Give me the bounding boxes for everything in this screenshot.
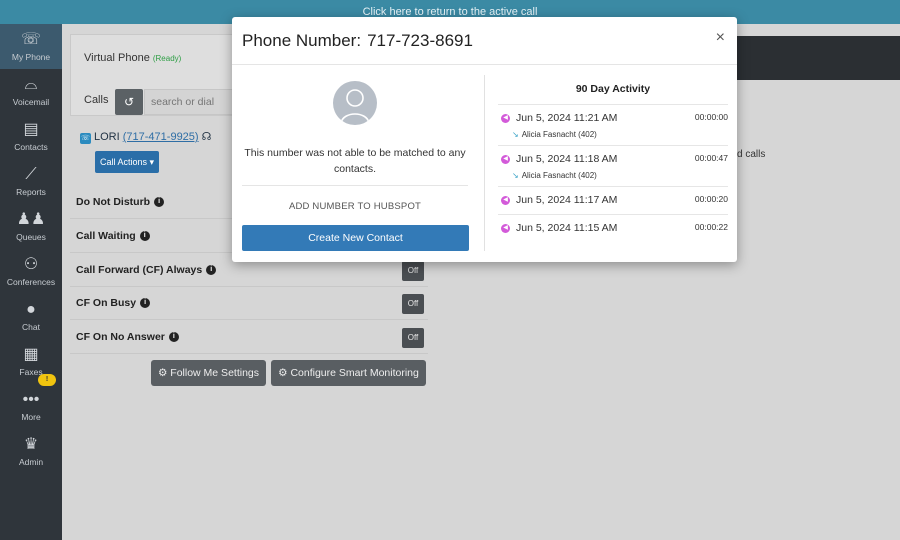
extension-icon: ↘ [512,171,519,180]
modal-title-label: Phone Number: [242,31,362,50]
activity-agent: ↘ Alicia Fasnacht (402) [512,130,597,139]
divider [242,185,468,186]
activity-row[interactable]: ◀ Jun 5, 2024 11:17 AM 00:00:20 [498,186,728,214]
activity-row[interactable]: ◀ Jun 5, 2024 11:18 AM 00:00:47 ↘ Alicia … [498,145,728,187]
activity-title: 90 Day Activity [575,83,651,95]
person-icon [340,89,370,124]
call-type-icon: ◀ [501,114,510,123]
agent-name: Alicia Fasnacht (402) [521,171,597,180]
contact-match-section: This number was not able to be matched t… [242,77,469,252]
modal-title: Phone Number: 717-723-8691 [242,31,473,51]
modal-phone-number: 717-723-8691 [367,31,473,50]
phone-number-modal: Phone Number: 717-723-8691 × This number … [232,17,737,262]
activity-duration: 00:00:00 [694,112,728,122]
call-type-icon: ◀ [501,196,510,205]
activity-duration: 00:00:22 [694,222,728,232]
activity-date: Jun 5, 2024 11:17 AM [516,194,618,206]
modal-header: Phone Number: 717-723-8691 × [232,17,737,65]
close-icon[interactable]: × [716,29,725,47]
activity-duration: 00:00:20 [694,194,728,204]
create-new-contact-button[interactable]: Create New Contact [242,225,469,251]
activity-row[interactable]: ◀ Jun 5, 2024 11:15 AM 00:00:22 [498,214,728,242]
call-type-icon: ◀ [501,224,510,233]
activity-date: Jun 5, 2024 11:21 AM [516,112,618,124]
activity-date: Jun 5, 2024 11:15 AM [516,222,618,234]
add-to-hubspot-link[interactable]: ADD NUMBER TO HUBSPOT [242,201,468,212]
extension-icon: ↘ [512,130,519,139]
call-type-icon: ◀ [501,155,510,164]
activity-date: Jun 5, 2024 11:18 AM [516,153,618,165]
activity-duration: 00:00:47 [694,153,728,163]
avatar [333,81,377,125]
activity-agent: ↘ Alicia Fasnacht (402) [512,171,597,180]
activity-row[interactable]: ◀ Jun 5, 2024 11:21 AM 00:00:00 ↘ Alicia … [498,104,728,146]
no-match-message: This number was not able to be matched t… [244,147,466,175]
agent-name: Alicia Fasnacht (402) [521,130,597,139]
activity-section: 90 Day Activity ◀ Jun 5, 2024 11:21 AM 0… [498,77,728,255]
column-divider [484,75,485,251]
